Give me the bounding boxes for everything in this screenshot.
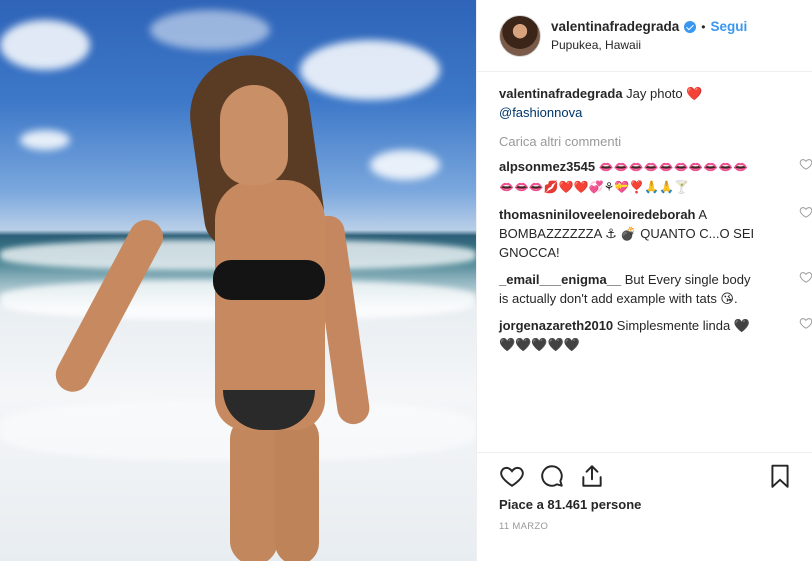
comment-item: jorgenazareth2010 Simplesmente linda 🖤🖤🖤… xyxy=(499,316,812,354)
action-icons xyxy=(499,463,795,491)
right-leg xyxy=(275,415,319,561)
cloud xyxy=(0,20,90,70)
comment-username[interactable]: jorgenazareth2010 xyxy=(499,318,613,333)
caption-username[interactable]: valentinafradegrada xyxy=(499,86,623,101)
caption-mention[interactable]: @fashionnova xyxy=(499,105,582,120)
post-username[interactable]: valentinafradegrada xyxy=(551,19,679,34)
separator-dot: • xyxy=(701,19,706,34)
left-leg xyxy=(230,415,278,561)
comment-like-heart-icon[interactable] xyxy=(799,205,812,219)
location-link[interactable]: Pupukea, Hawaii xyxy=(551,38,747,52)
speech-bubble-icon[interactable] xyxy=(539,463,565,489)
header-line: valentinafradegrada • Segui xyxy=(551,19,747,34)
comments-list: valentinafradegrada Jay photo ❤️ @fashio… xyxy=(499,84,812,354)
avatar[interactable] xyxy=(499,14,541,57)
comment-username[interactable]: thomasniniloveelenoiredeborah xyxy=(499,207,696,222)
post-header: valentinafradegrada • Segui Pupukea, Haw… xyxy=(477,0,812,72)
comment-item: thomasniniloveelenoiredeborah A BOMBAZZZ… xyxy=(499,205,812,262)
comment-like-heart-icon[interactable] xyxy=(799,316,812,330)
post-date[interactable]: 11 MARZO xyxy=(499,521,548,532)
cloud xyxy=(370,150,440,180)
load-more-comments-button[interactable]: Carica altri commenti xyxy=(499,134,799,149)
comment-username[interactable]: alpsonmez3545 xyxy=(499,159,595,174)
caption-text: Jay photo xyxy=(626,86,683,101)
comment-item: _email___enigma__ But Every single body … xyxy=(499,270,812,308)
comment-like-heart-icon[interactable] xyxy=(799,157,812,171)
face xyxy=(220,85,288,185)
follow-button[interactable]: Segui xyxy=(711,19,748,34)
comment-username[interactable]: _email___enigma__ xyxy=(499,272,621,287)
caption-emoji: ❤️ xyxy=(686,86,703,101)
cloud xyxy=(20,130,70,150)
caption: valentinafradegrada Jay photo ❤️ @fashio… xyxy=(499,84,799,122)
comment-item: alpsonmez3545 👄👄👄👄👄👄👄👄👄👄👄👄👄💋❤️❤️💞⚘💝❣️🙏🙏🍸 xyxy=(499,157,812,197)
header-text: valentinafradegrada • Segui Pupukea, Haw… xyxy=(551,19,747,52)
cloud xyxy=(150,10,270,50)
post-photo[interactable] xyxy=(0,0,476,561)
verified-badge-icon xyxy=(684,20,697,33)
post-actions: Piace a 81.461 persone 11 MARZO xyxy=(477,452,812,561)
share-upload-icon[interactable] xyxy=(579,463,605,489)
heart-outline-icon[interactable] xyxy=(499,463,525,489)
post-side-panel: valentinafradegrada • Segui Pupukea, Haw… xyxy=(476,0,812,561)
likes-count[interactable]: Piace a 81.461 persone xyxy=(499,497,641,512)
woman-figure xyxy=(49,47,372,561)
bikini-top xyxy=(213,260,325,300)
bookmark-icon[interactable] xyxy=(767,463,793,489)
comment-like-heart-icon[interactable] xyxy=(799,270,812,284)
